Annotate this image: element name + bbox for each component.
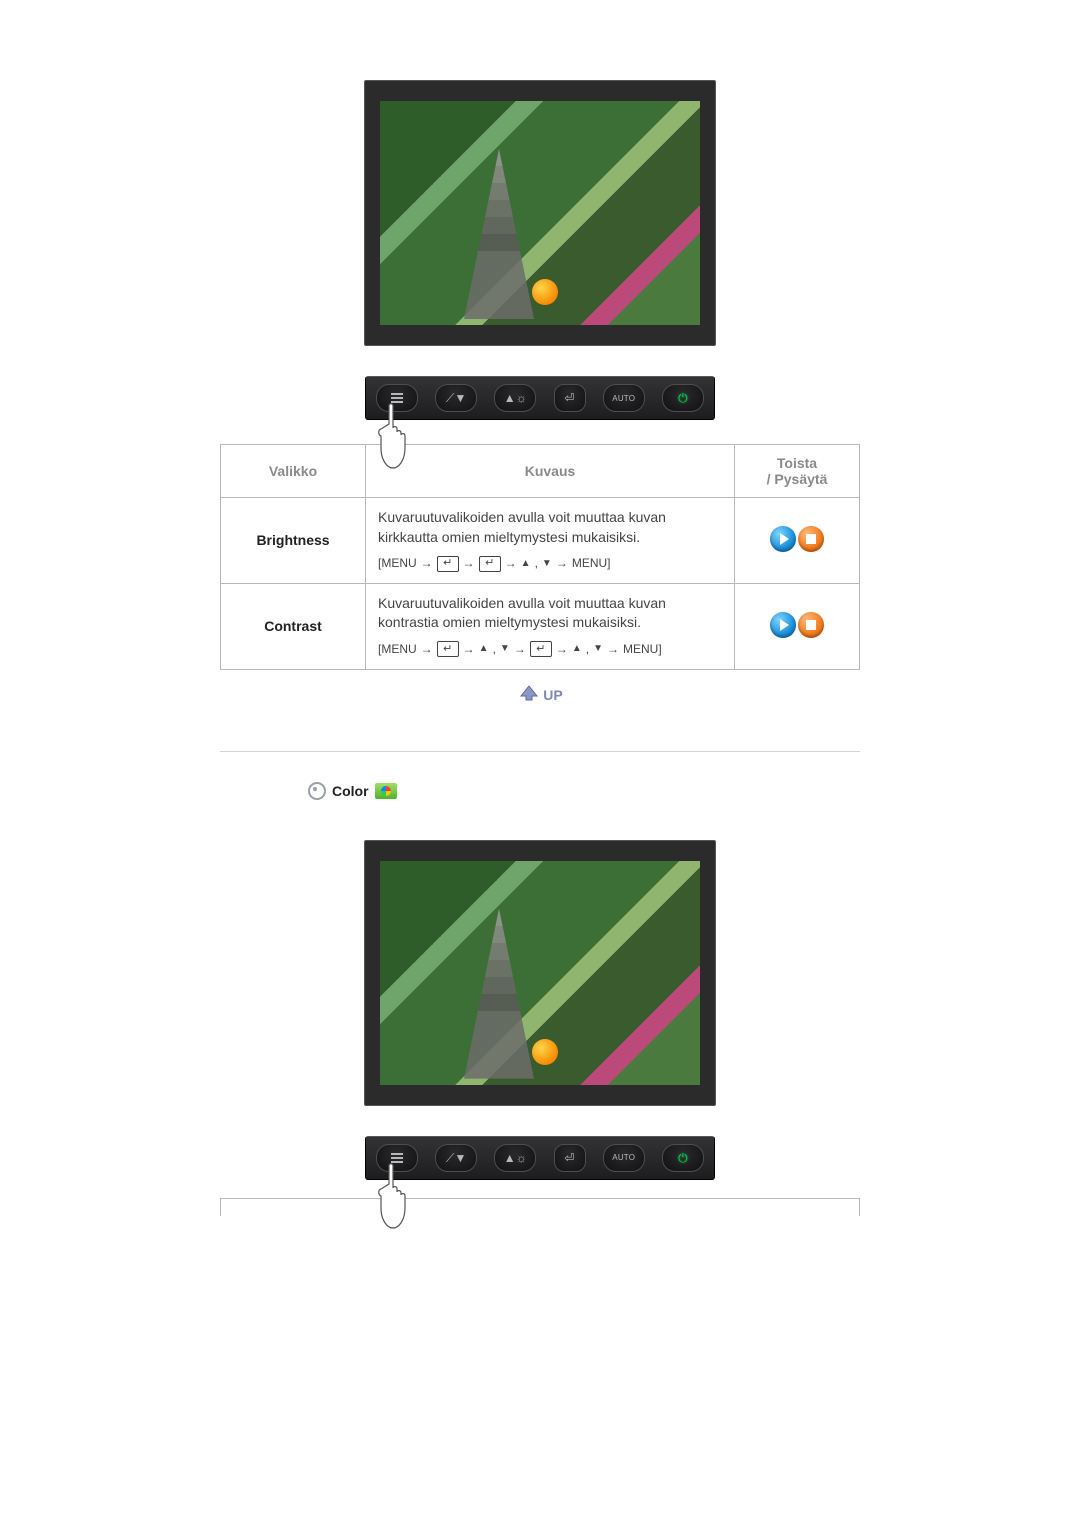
down-volume-button-icon: ⟋▼ — [435, 384, 477, 412]
col-play-header: Toista / Pysäytä — [735, 445, 860, 498]
section-divider — [220, 751, 860, 752]
up-brightness-button-icon: ▲☼ — [494, 1144, 536, 1172]
row-play-stop — [735, 498, 860, 584]
enter-source-button-icon: ⏎ — [554, 1144, 586, 1172]
table-row: BrightnessKuvaruutuvalikoiden avulla voi… — [221, 498, 860, 584]
row-name: Brightness — [221, 498, 366, 584]
down-volume-button-icon: ⟋▼ — [435, 1144, 477, 1172]
next-table-top-border — [220, 1198, 860, 1216]
sample-display-image-2 — [364, 840, 716, 1106]
power-button-icon: ⏻ — [662, 1144, 704, 1172]
auto-button-icon: AUTO — [603, 1144, 645, 1172]
osd-button-strip-2: ⟋▼ ▲☼ ⏎ AUTO ⏻ — [365, 1136, 715, 1180]
color-tag-icon — [375, 783, 397, 799]
settings-table: Valikko Kuvaus Toista / Pysäytä Brightne… — [220, 444, 860, 670]
scroll-up-label: UP — [543, 687, 562, 703]
pointing-hand-icon — [375, 402, 425, 472]
play-icon[interactable] — [770, 612, 796, 638]
row-description: Kuvaruutuvalikoiden avulla voit muuttaa … — [366, 498, 735, 584]
garden-pagoda-image — [380, 101, 700, 325]
garden-pagoda-image-2 — [380, 861, 700, 1085]
row-description: Kuvaruutuvalikoiden avulla voit muuttaa … — [366, 583, 735, 669]
row-play-stop — [735, 583, 860, 669]
sample-display-image — [364, 80, 716, 346]
section-title: Color — [332, 783, 369, 799]
row-name: Contrast — [221, 583, 366, 669]
osd-button-strip: ⟋▼ ▲☼ ⏎ AUTO ⏻ — [365, 376, 715, 420]
pointing-hand-icon — [375, 1162, 425, 1232]
stop-icon[interactable] — [798, 526, 824, 552]
up-brightness-button-icon: ▲☼ — [494, 384, 536, 412]
stop-icon[interactable] — [798, 612, 824, 638]
col-menu-header: Valikko — [221, 445, 366, 498]
auto-button-icon: AUTO — [603, 384, 645, 412]
section-heading-color: Color — [220, 782, 860, 800]
power-button-icon: ⏻ — [662, 384, 704, 412]
enter-source-button-icon: ⏎ — [554, 384, 586, 412]
scroll-up-link[interactable]: UP — [517, 684, 562, 706]
bullet-icon — [308, 782, 326, 800]
table-row: ContrastKuvaruutuvalikoiden avulla voit … — [221, 583, 860, 669]
play-icon[interactable] — [770, 526, 796, 552]
